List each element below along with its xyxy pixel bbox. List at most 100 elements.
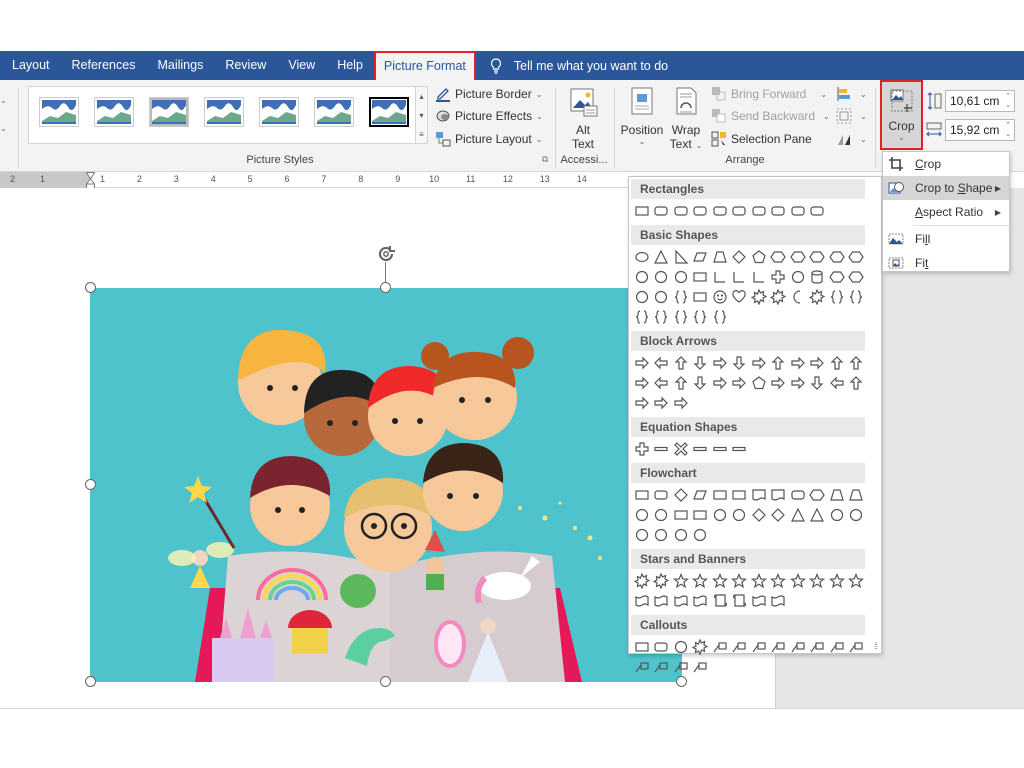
rotate-handle-icon[interactable]: [375, 243, 397, 265]
shape-left-arrow-callout[interactable]: [827, 373, 847, 393]
tab-view[interactable]: View: [277, 51, 326, 80]
shape-octagon-8[interactable]: [808, 247, 828, 267]
shape-pentagon-arrow[interactable]: [749, 373, 769, 393]
shape-explosion-2[interactable]: [652, 571, 672, 591]
shape-magnetic-disk[interactable]: [652, 525, 672, 545]
shape-preparation[interactable]: [808, 485, 828, 505]
shape-punched-tape[interactable]: [691, 505, 711, 525]
shape-cross[interactable]: [769, 267, 789, 287]
shape-arc[interactable]: [827, 287, 847, 307]
shape-sequential-access[interactable]: [632, 525, 652, 545]
shape-notched-right-arrow[interactable]: [730, 373, 750, 393]
chevron-down-icon[interactable]: ⌄: [0, 124, 7, 133]
shape-bent-up-arrow[interactable]: [847, 353, 867, 373]
shape-down-arrow[interactable]: [691, 353, 711, 373]
shape-line-callout-3[interactable]: [749, 637, 769, 657]
shape-predefined-process[interactable]: [710, 485, 730, 505]
shape-display[interactable]: [691, 525, 711, 545]
shape-round-single-corner[interactable]: [749, 201, 769, 221]
shape-quad-arrow[interactable]: [749, 353, 769, 373]
shape-or[interactable]: [730, 505, 750, 525]
shape-left-bracket[interactable]: [652, 307, 672, 327]
chevron-down-icon[interactable]: ⌄: [0, 96, 7, 105]
shape-width-input[interactable]: 15,92 cm ⌃ ⌄: [945, 119, 1015, 141]
shape-line-callout-2-accent[interactable]: [788, 637, 808, 657]
resize-handle-top-left[interactable]: [85, 282, 96, 293]
shape-line-callout-3-accent[interactable]: [808, 637, 828, 657]
scroll-down-icon[interactable]: ▾: [416, 106, 427, 125]
wrap-text-button[interactable]: Wrap Text ⌄: [668, 86, 704, 151]
shape-internal-storage[interactable]: [730, 485, 750, 505]
shape-line-callout-1-noborder[interactable]: [827, 637, 847, 657]
spinner-icon[interactable]: ⌃ ⌄: [1005, 121, 1011, 139]
shape-curved-right-arrow[interactable]: [632, 373, 652, 393]
shape-star-12[interactable]: [788, 571, 808, 591]
shape-right-bracket[interactable]: [671, 307, 691, 327]
tab-picture-format[interactable]: Picture Format: [373, 51, 476, 82]
scroll-up-icon[interactable]: ▴: [416, 87, 427, 106]
shape-left-right-arrow[interactable]: [710, 353, 730, 373]
shape-frame[interactable]: [691, 267, 711, 287]
shape-stored-data[interactable]: [827, 505, 847, 525]
picture-style-option[interactable]: [368, 96, 410, 128]
shape-diagonal-stripe[interactable]: [749, 267, 769, 287]
dialog-launcher-icon[interactable]: ⧉: [542, 154, 548, 165]
picture-style-option[interactable]: [149, 97, 189, 127]
tab-review[interactable]: Review: [214, 51, 277, 80]
picture-style-option[interactable]: [259, 97, 299, 127]
resize-handle-left[interactable]: [85, 479, 96, 490]
shape-curved-down-arrow[interactable]: [691, 373, 711, 393]
shape-pie[interactable]: [632, 267, 652, 287]
shape-terminator[interactable]: [788, 485, 808, 505]
position-button[interactable]: Position ⌄: [620, 86, 664, 146]
menu-item-crop-to-shape[interactable]: Crop to Shape ▶: [883, 176, 1009, 200]
rotate-button[interactable]: ⌄: [836, 131, 867, 147]
shape-chevron[interactable]: [769, 373, 789, 393]
shape-manual-operation[interactable]: [847, 485, 867, 505]
shape-curved-left-arrow[interactable]: [652, 373, 672, 393]
tab-layout[interactable]: Layout: [0, 51, 61, 80]
shape-up-arrow-callout[interactable]: [847, 373, 867, 393]
shape-cloud[interactable]: [808, 287, 828, 307]
shape-document[interactable]: [749, 485, 769, 505]
gallery-scroll[interactable]: ▴ ▾ ≡: [416, 86, 428, 144]
shape-half-frame[interactable]: [710, 267, 730, 287]
shape-dodecagon-12[interactable]: [847, 247, 867, 267]
shape-chord[interactable]: [652, 267, 672, 287]
shape-no-symbol[interactable]: [652, 287, 672, 307]
shape-card[interactable]: [671, 505, 691, 525]
shape-rectangle[interactable]: [632, 201, 652, 221]
shape-folded-corner[interactable]: [691, 287, 711, 307]
shape-collate[interactable]: [749, 505, 769, 525]
shape-left-up-arrow[interactable]: [827, 353, 847, 373]
shape-rounded-rectangle[interactable]: [652, 201, 672, 221]
shape-bevel[interactable]: [847, 267, 867, 287]
shape-snip-diagonal[interactable]: [710, 201, 730, 221]
shape-double-wave[interactable]: [769, 591, 789, 611]
shape-plaque[interactable]: [788, 267, 808, 287]
menu-item-fill[interactable]: Fill: [883, 227, 1009, 251]
shape-star-5[interactable]: [691, 571, 711, 591]
picture-border-button[interactable]: Picture Border ⌄: [435, 86, 542, 102]
alt-text-button[interactable]: Alt Text: [562, 86, 604, 151]
shape-data[interactable]: [691, 485, 711, 505]
shape-star-6[interactable]: [710, 571, 730, 591]
group-objects-button[interactable]: ⌄: [836, 108, 867, 124]
picture-style-option[interactable]: [314, 97, 354, 127]
menu-item-crop[interactable]: Crop: [883, 152, 1009, 176]
shape-left-right-up-arrow[interactable]: [769, 353, 789, 373]
shape-multidocument[interactable]: [769, 485, 789, 505]
menu-item-fit[interactable]: Fit: [883, 251, 1009, 275]
shape-multiply[interactable]: [671, 439, 691, 459]
shape-decision[interactable]: [671, 485, 691, 505]
shape-line-callout-2-border-accent[interactable]: [671, 657, 691, 677]
shape-round-diagonal[interactable]: [788, 201, 808, 221]
shape-double-bracket[interactable]: [847, 287, 867, 307]
shape-pentagon[interactable]: [749, 247, 769, 267]
shape-left-arrow[interactable]: [652, 353, 672, 373]
resize-handle-top[interactable]: [380, 282, 391, 293]
menu-item-aspect-ratio[interactable]: Aspect Ratio ▶: [883, 200, 1009, 224]
shape-star-10[interactable]: [769, 571, 789, 591]
shape-star-32[interactable]: [847, 571, 867, 591]
tab-help[interactable]: Help: [326, 51, 374, 80]
